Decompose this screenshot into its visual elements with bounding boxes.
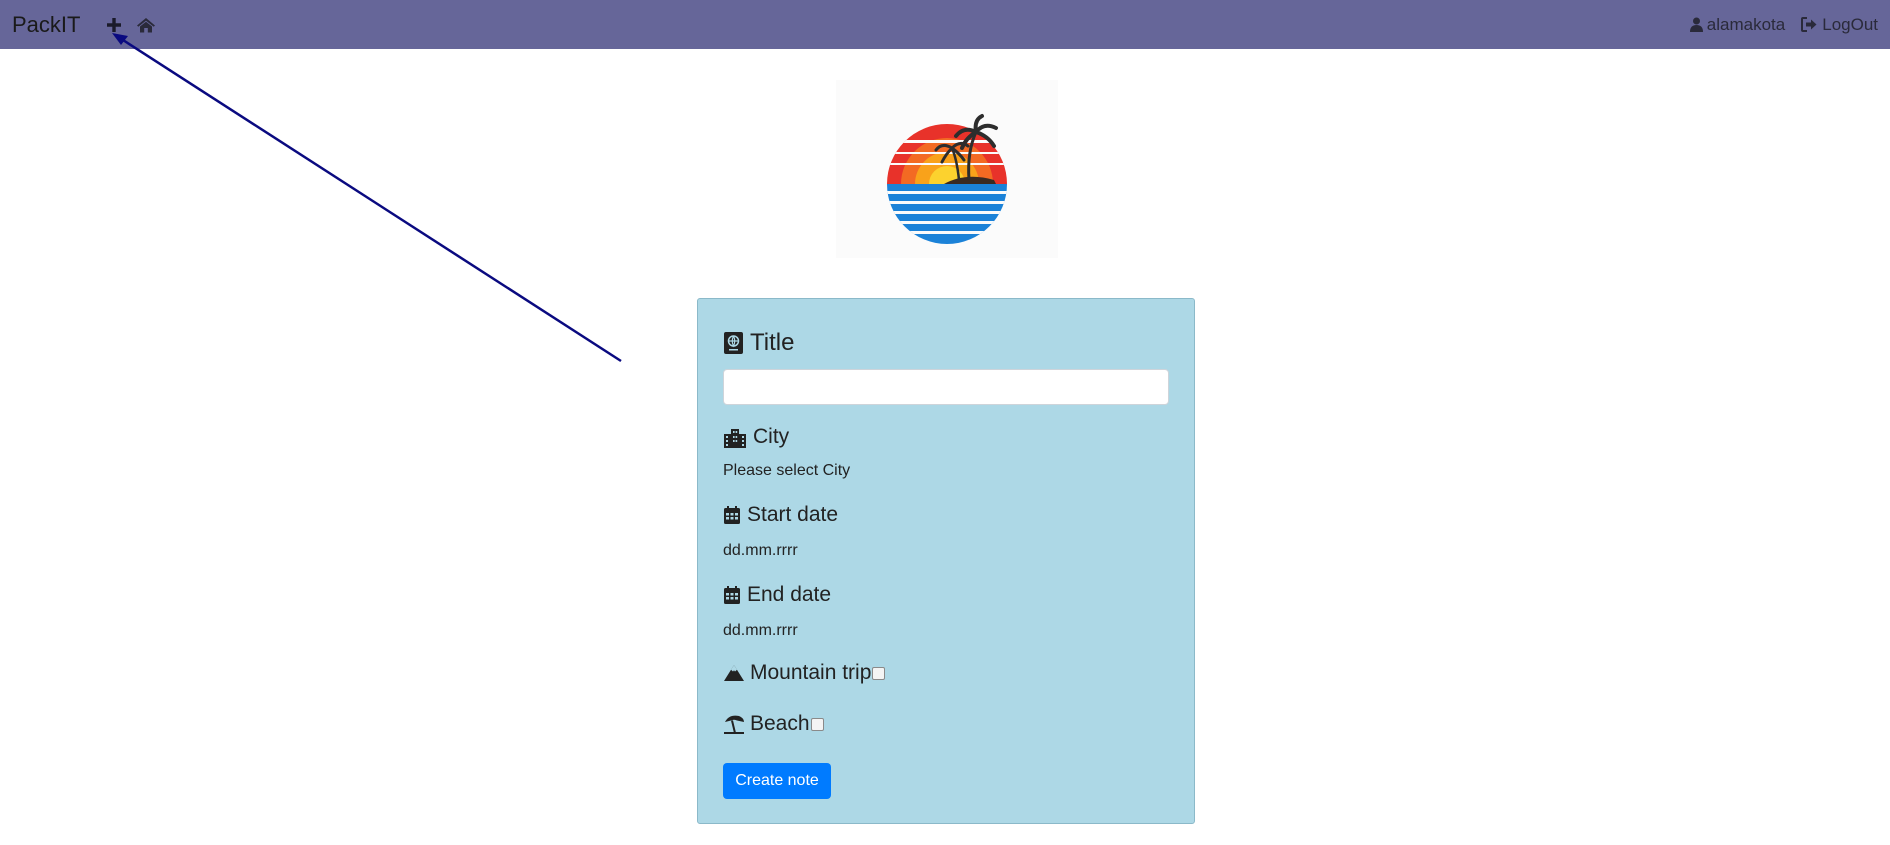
end-date-field-label: End date [723, 583, 831, 607]
create-note-form: Title City Please select City Start date… [697, 298, 1195, 824]
beach-row: Beach [723, 712, 824, 736]
start-date-label: Start date [747, 503, 839, 526]
logout-label: LogOut [1822, 14, 1878, 34]
end-date-input[interactable]: dd.mm.rrrr [723, 622, 798, 640]
beach-checkbox[interactable] [810, 717, 824, 731]
beach-label: Beach [750, 712, 810, 735]
plus-icon[interactable] [106, 17, 122, 33]
create-note-button[interactable]: Create note [723, 763, 831, 799]
logo [836, 80, 1058, 258]
navbar: PackIT alamakota LogOut [0, 0, 1890, 49]
title-field-label: Title [723, 329, 794, 357]
city-icon [724, 428, 746, 448]
mountain-trip-checkbox[interactable] [872, 666, 886, 680]
username: alamakota [1706, 14, 1786, 34]
title-label: Title [750, 329, 795, 356]
calendar-icon [724, 506, 740, 524]
end-date-label: End date [747, 583, 832, 606]
start-date-input[interactable]: dd.mm.rrrr [723, 542, 798, 560]
city-select[interactable]: Please select City [723, 462, 850, 480]
start-date-field-label: Start date [723, 503, 838, 527]
nav-right: alamakota LogOut [1689, 14, 1878, 35]
city-field-label: City [723, 425, 789, 449]
umbrella-beach-icon [724, 715, 744, 734]
logout-link[interactable]: LogOut [1801, 15, 1878, 35]
city-label: City [753, 425, 790, 448]
passport-icon [724, 332, 743, 354]
mountain-trip-label: Mountain trip [750, 661, 872, 684]
home-icon[interactable] [136, 17, 156, 33]
user-icon [1689, 17, 1703, 32]
brand[interactable]: PackIT [12, 12, 80, 38]
title-input[interactable] [723, 369, 1169, 405]
user-link[interactable]: alamakota [1689, 14, 1786, 35]
logout-icon [1801, 17, 1817, 32]
calendar-icon [724, 586, 740, 604]
mountain-icon [724, 665, 744, 681]
mountain-trip-row: Mountain trip [723, 661, 886, 685]
